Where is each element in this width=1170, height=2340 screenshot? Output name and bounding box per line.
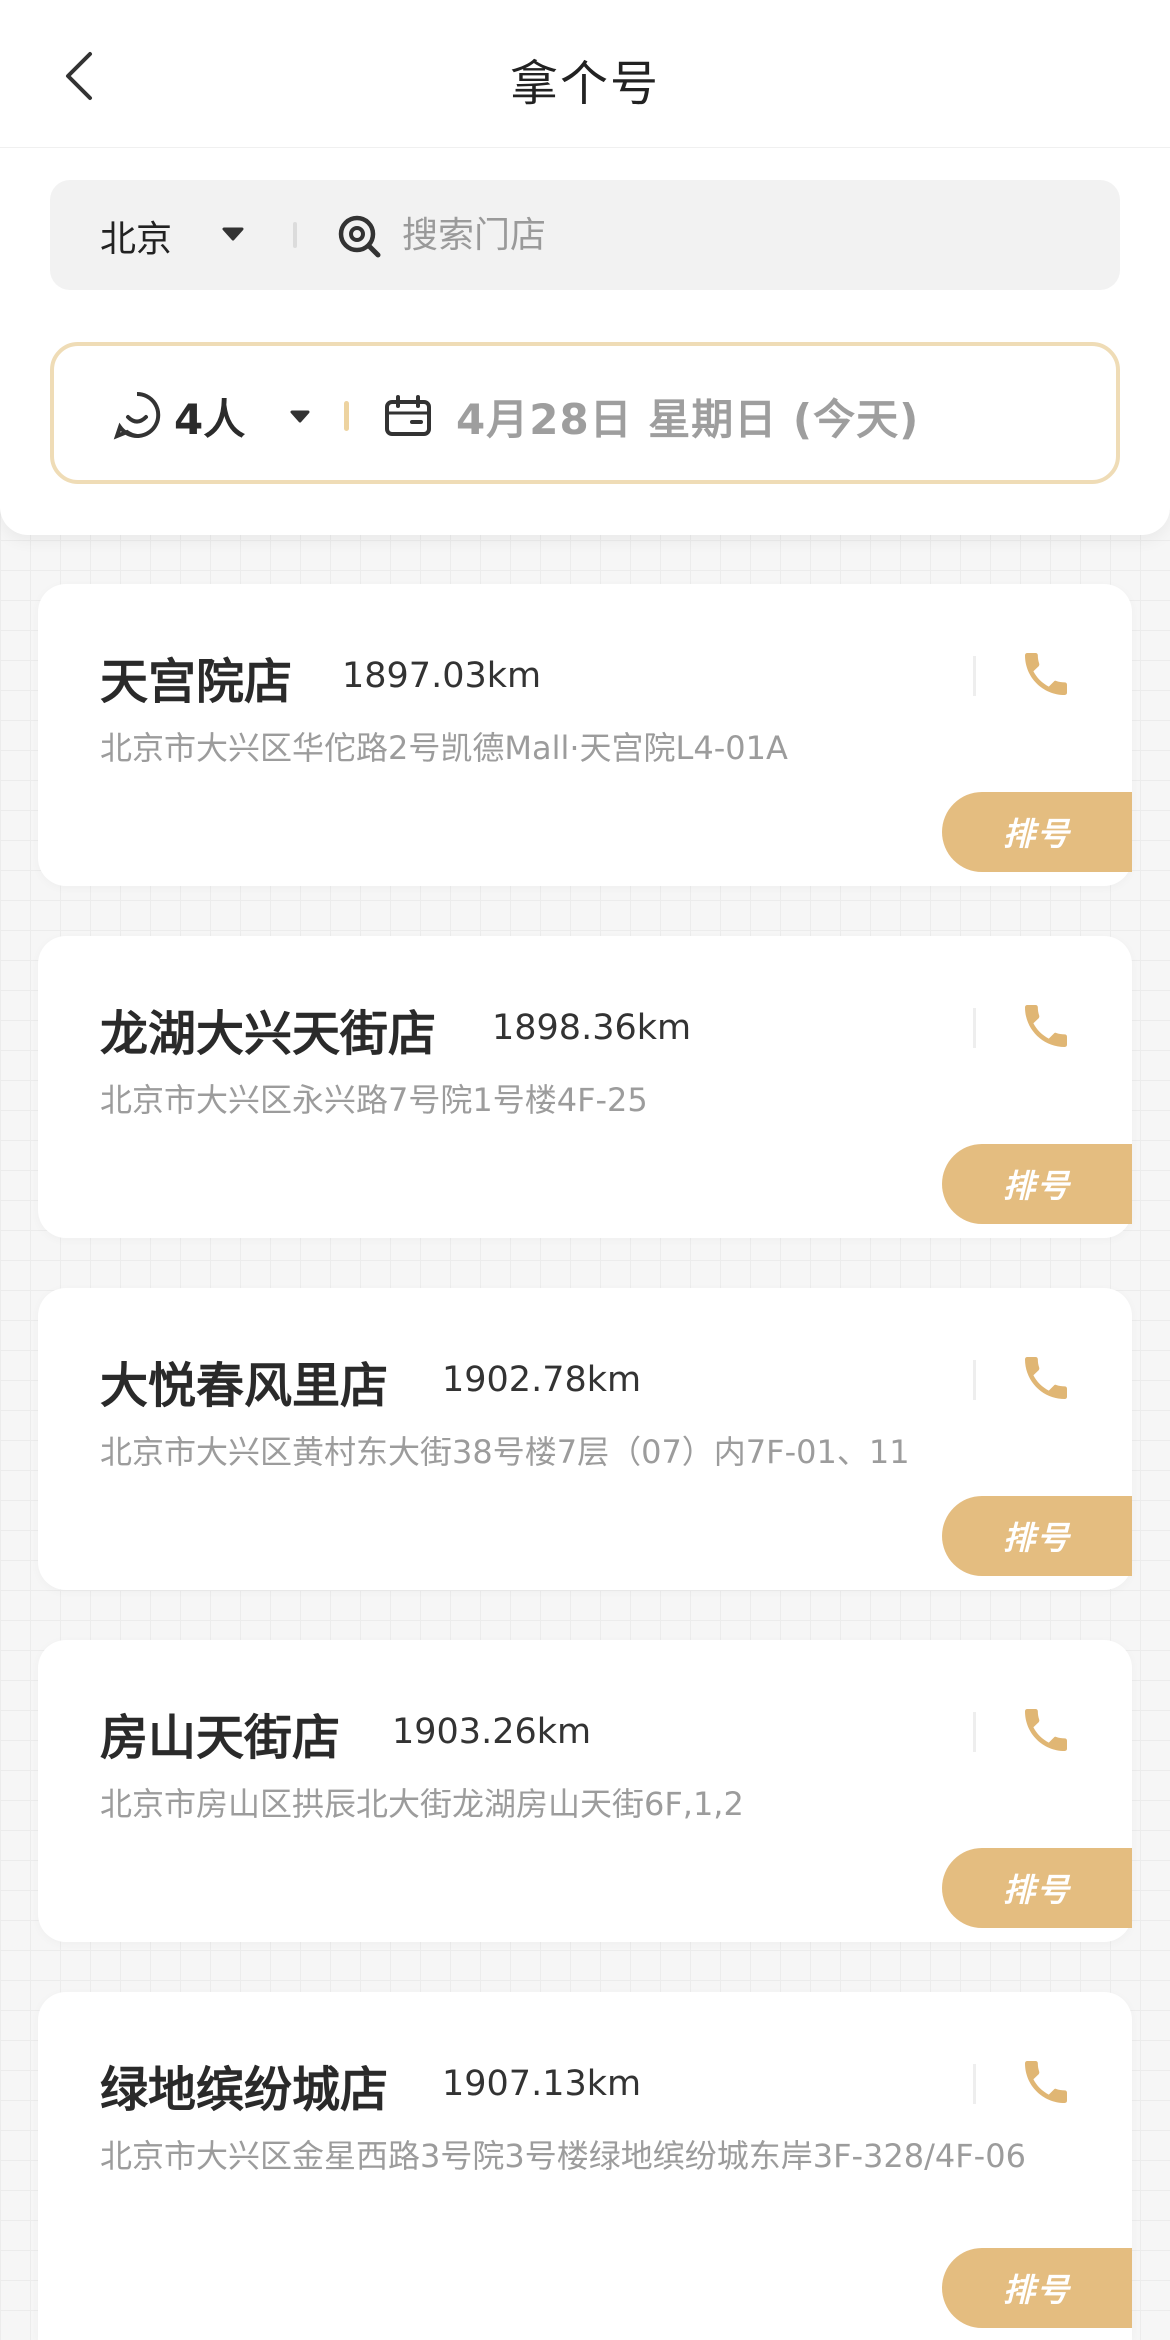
calendar-icon (384, 394, 432, 438)
queue-button[interactable]: 排号 (942, 792, 1132, 872)
divider (973, 1712, 976, 1752)
store-card[interactable]: 房山天街店 1903.26km 北京市房山区拱辰北大街龙湖房山天街6F,1,2 … (38, 1640, 1132, 1942)
page-title: 拿个号 (509, 56, 660, 112)
store-distance: 1897.03km (342, 656, 542, 696)
store-name: 绿地缤纷城店 (100, 2062, 389, 2118)
divider (973, 656, 976, 696)
city-selector[interactable]: 北京 (100, 210, 172, 262)
divider (973, 2064, 976, 2104)
phone-icon[interactable] (1018, 1350, 1074, 1406)
nav-bar: 拿个号 (0, 0, 1170, 148)
store-address: 北京市大兴区华佗路2号凯德Mall·天宫院L4-01A (100, 729, 788, 767)
store-name: 房山天街店 (100, 1710, 341, 1766)
smiley-icon (112, 390, 162, 440)
caret-down-icon[interactable] (288, 408, 312, 426)
divider (973, 1008, 976, 1048)
store-name: 龙湖大兴天街店 (100, 1006, 437, 1062)
caret-down-icon[interactable] (220, 224, 246, 244)
filter-bar: 4人 4月28日 星期日 (今天) (50, 342, 1120, 484)
phone-icon[interactable] (1018, 998, 1074, 1054)
store-distance: 1898.36km (492, 1008, 692, 1048)
store-address: 北京市大兴区永兴路7号院1号楼4F-25 (100, 1081, 648, 1119)
phone-icon[interactable] (1018, 1702, 1074, 1758)
phone-icon[interactable] (1018, 2054, 1074, 2110)
store-card[interactable]: 绿地缤纷城店 1907.13km 北京市大兴区金星西路3号院3号楼绿地缤纷城东岸… (38, 1992, 1132, 2340)
store-distance: 1903.26km (392, 1712, 592, 1752)
divider (973, 1360, 976, 1400)
store-distance: 1907.13km (442, 2064, 642, 2104)
queue-button[interactable]: 排号 (942, 1144, 1132, 1224)
date-selector[interactable]: 4月28日 星期日 (今天) (456, 386, 919, 447)
store-card[interactable]: 天宫院店 1897.03km 北京市大兴区华佗路2号凯德Mall·天宫院L4-0… (38, 584, 1132, 886)
divider (344, 401, 349, 431)
store-card[interactable]: 龙湖大兴天街店 1898.36km 北京市大兴区永兴路7号院1号楼4F-25 排… (38, 936, 1132, 1238)
queue-button[interactable]: 排号 (942, 2248, 1132, 2328)
top-panel: 拿个号 北京 4人 (0, 0, 1170, 535)
people-selector[interactable]: 4人 (174, 386, 245, 447)
store-address: 北京市大兴区金星西路3号院3号楼绿地缤纷城东岸3F-328/4F-06 (100, 2137, 1026, 2175)
phone-icon[interactable] (1018, 646, 1074, 702)
queue-button[interactable]: 排号 (942, 1848, 1132, 1928)
store-distance: 1902.78km (442, 1360, 642, 1400)
search-input[interactable] (402, 200, 1082, 270)
store-name: 大悦春风里店 (100, 1358, 389, 1414)
search-icon (335, 212, 383, 260)
divider (293, 222, 297, 248)
store-address: 北京市大兴区黄村东大街38号楼7层（07）内7F-01、11 (100, 1433, 910, 1471)
search-bar: 北京 (50, 180, 1120, 290)
store-address: 北京市房山区拱辰北大街龙湖房山天街6F,1,2 (100, 1785, 744, 1823)
store-name: 天宫院店 (100, 654, 293, 710)
queue-button[interactable]: 排号 (942, 1496, 1132, 1576)
store-card[interactable]: 大悦春风里店 1902.78km 北京市大兴区黄村东大街38号楼7层（07）内7… (38, 1288, 1132, 1590)
